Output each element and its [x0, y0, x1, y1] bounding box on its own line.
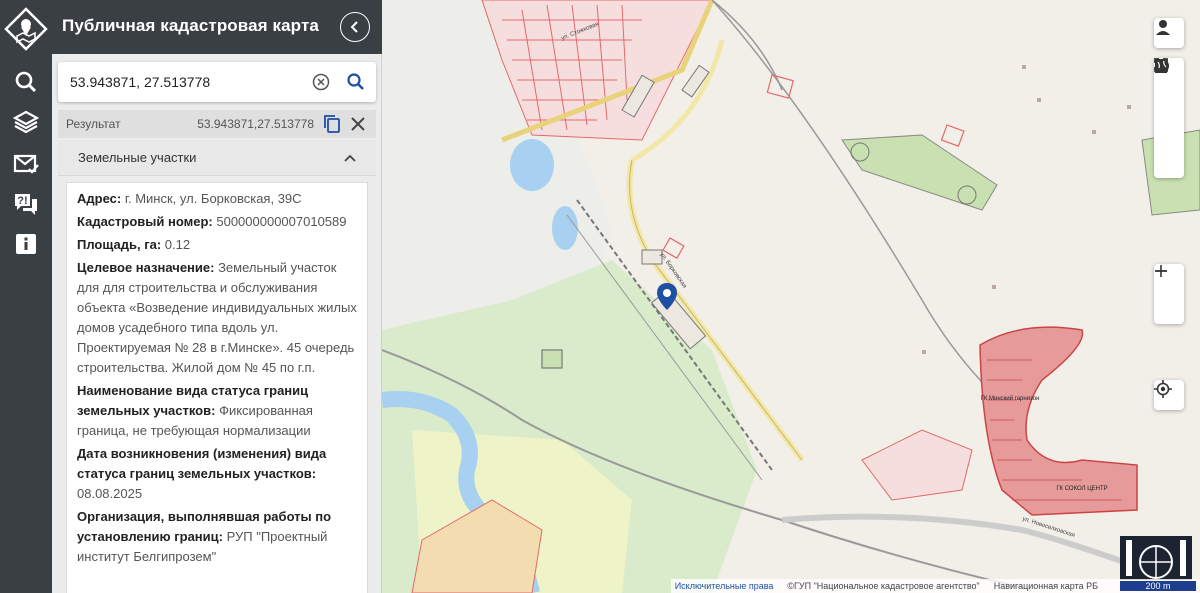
collapse-panel-button[interactable]: [340, 12, 370, 42]
boundary-status-field: Наименование вида статуса границ земельн…: [77, 381, 357, 441]
address-field: Адрес: г. Минск, ул. Борковская, 39С: [77, 189, 357, 209]
zoom-out-icon: [1155, 270, 1167, 272]
tools-control: [1154, 58, 1184, 178]
user-control: [1154, 18, 1184, 48]
map-view[interactable]: ГК Минский гарнизон ГК СОКОЛ ЦЕНТР ул. Б…: [382, 0, 1200, 593]
organization-field: Организация, выполнявшая работы по устан…: [77, 507, 357, 567]
cadastral-number-field: Кадастровый номер: 500000000007010589: [77, 212, 357, 232]
locate-icon: [1154, 380, 1172, 398]
result-coords: 53.943871,27.513778: [197, 117, 314, 131]
copyright-text: ©ГУП "Национальное кадастровое агентство…: [787, 581, 980, 591]
chevron-up-icon: [344, 154, 356, 162]
side-panel: Публичная кадастровая карта Результат 53…: [52, 0, 382, 593]
sokol-label: ГК СОКОЛ ЦЕНТР: [1056, 486, 1107, 492]
address-label: Адрес:: [77, 191, 122, 206]
status-date-value: 08.08.2025: [77, 486, 143, 501]
result-label: Результат: [66, 117, 121, 131]
clear-search-button[interactable]: [312, 73, 330, 91]
cadastral-number-value: 500000000007010589: [216, 214, 347, 229]
app-title: Публичная кадастровая карта: [62, 16, 319, 35]
zoom-control: [1154, 264, 1184, 324]
svg-text:?!: ?!: [17, 195, 27, 207]
search-button[interactable]: [346, 72, 366, 92]
section-title: Земельные участки: [78, 150, 197, 165]
address-value: г. Минск, ул. Борковская, 39С: [124, 191, 302, 206]
nav-map-text: Навигационная карта РБ: [993, 581, 1098, 591]
exclusive-rights-link[interactable]: Исключительные права: [675, 581, 774, 591]
logo-icon[interactable]: [0, 0, 52, 58]
purpose-label: Целевое назначение:: [77, 260, 215, 275]
icon-rail: ?!: [0, 0, 52, 593]
locate-control: [1154, 380, 1184, 410]
globe-button[interactable]: [1154, 59, 1184, 178]
locate-button[interactable]: [1154, 380, 1184, 410]
scale-bar: 200 m: [1120, 581, 1196, 591]
garrison-label: ГК Минский гарнизон: [981, 395, 1040, 402]
user-icon: [1156, 20, 1170, 35]
status-date-field: Дата возникновения (изменения) вида стат…: [77, 444, 357, 504]
layers-icon[interactable]: [8, 106, 44, 138]
land-plots-section-toggle[interactable]: Земельные участки: [58, 140, 376, 176]
close-result-button[interactable]: [350, 116, 366, 132]
mail-icon[interactable]: [8, 148, 44, 180]
area-field: Площадь, га: 0.12: [77, 235, 357, 255]
location-marker-icon[interactable]: [656, 282, 678, 314]
result-bar: Результат 53.943871,27.513778: [58, 110, 376, 138]
map-canvas[interactable]: ГК Минский гарнизон ГК СОКОЛ ЦЕНТР ул. Б…: [382, 0, 1200, 593]
purpose-field: Целевое назначение: Земельный участок дл…: [77, 258, 357, 378]
close-icon: [351, 117, 365, 131]
chevron-left-icon: [350, 21, 358, 33]
clear-icon: [312, 73, 330, 91]
status-date-label: Дата возникновения (изменения) вида стат…: [77, 446, 327, 481]
search-icon[interactable]: [8, 66, 44, 98]
zoom-out-button[interactable]: [1154, 270, 1184, 324]
document-button[interactable]: [1154, 59, 1184, 148]
area-value: 0.12: [164, 237, 191, 252]
globe-icon: [1155, 59, 1169, 73]
copy-icon: [324, 115, 340, 133]
search-icon: [347, 73, 364, 90]
question-icon[interactable]: ?!: [8, 188, 44, 220]
parcel-info-card: Адрес: г. Минск, ул. Борковская, 39С Кад…: [66, 182, 368, 593]
copy-button[interactable]: [322, 114, 342, 134]
search-input[interactable]: [70, 71, 300, 93]
cadastral-number-label: Кадастровый номер:: [77, 214, 213, 229]
info-icon[interactable]: [8, 228, 44, 260]
nka-logo-icon: [1120, 536, 1192, 580]
panel-header: Публичная кадастровая карта: [52, 0, 382, 54]
user-button[interactable]: [1154, 18, 1184, 48]
purpose-value: Земельный участок для для строительства …: [77, 260, 357, 375]
search-box: [58, 62, 376, 102]
area-label: Площадь, га:: [77, 237, 162, 252]
measure-button[interactable]: [1154, 59, 1184, 118]
